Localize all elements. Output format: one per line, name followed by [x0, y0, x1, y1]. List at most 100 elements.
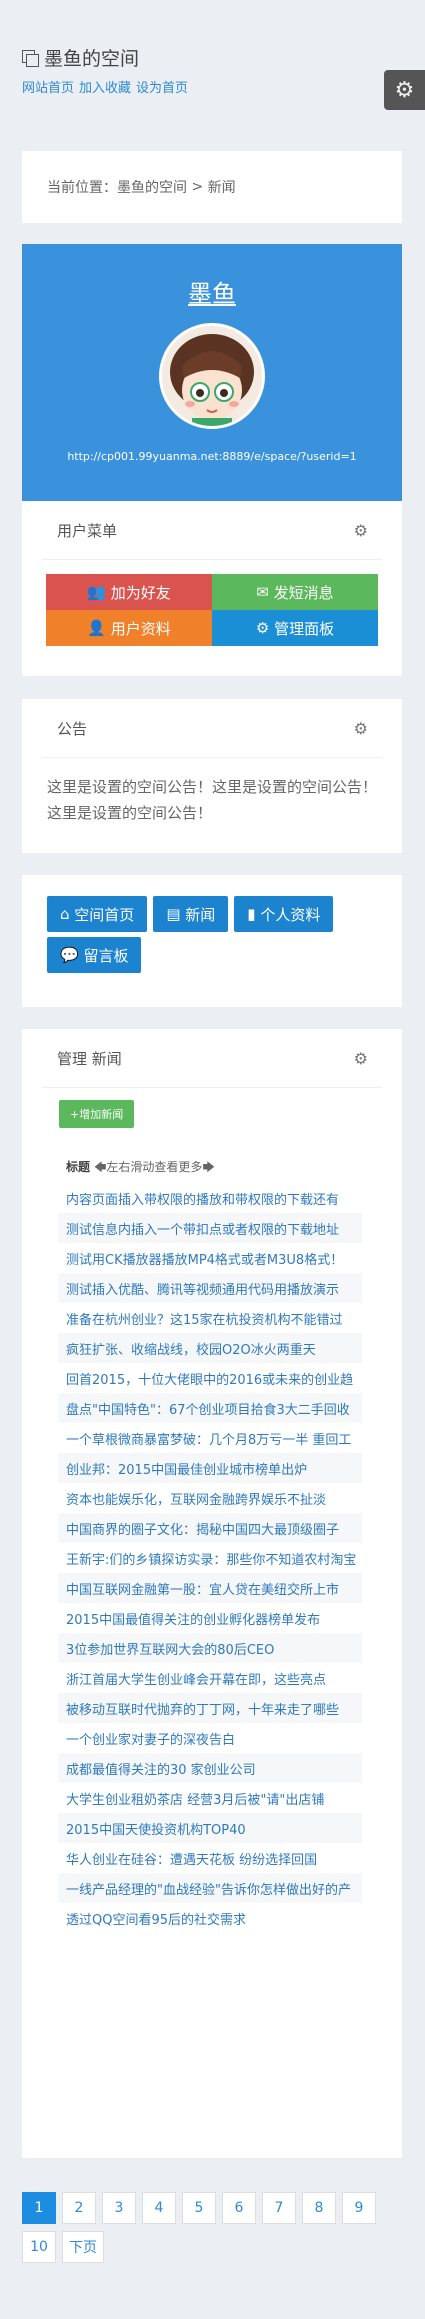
news-row-link[interactable]: 测试插入优酷、腾讯等视频通用代码用播放演示 — [58, 1273, 362, 1303]
avatar — [159, 323, 265, 429]
breadcrumb: 当前位置： 墨鱼的空间 > 新闻 — [22, 151, 402, 223]
home-link[interactable]: 网站首页 — [22, 81, 74, 96]
gear-icon: ⚙ — [394, 77, 415, 103]
add-news-button[interactable]: +增加新闻 — [59, 1100, 135, 1128]
add-friend-label: 加为好友 — [110, 583, 171, 602]
manage-title: 管理 新闻 — [57, 1049, 122, 1068]
next-page-button[interactable]: 下页 — [62, 2231, 104, 2263]
settings-gear-button[interactable]: ⚙ — [384, 70, 425, 110]
gear-icon[interactable]: ⚙ — [354, 1049, 368, 1068]
profile-label: 个人资料 — [260, 905, 321, 924]
news-row-link[interactable]: 中国商界的圈子文化：揭秘中国四大最顶级圈子 — [58, 1513, 362, 1543]
gear-icon[interactable]: ⚙ — [354, 521, 368, 540]
comment-icon: 💬 — [60, 946, 84, 964]
page-button[interactable]: 8 — [302, 2192, 336, 2224]
news-row-link[interactable]: 盘点"中国特色"：67个创业项目拾食3大二手回收 — [58, 1393, 362, 1423]
news-row-link[interactable]: 疯狂扩张、收缩战线，校园O2O冰火两重天 — [58, 1333, 362, 1363]
admin-panel-label: 管理面板 — [274, 619, 335, 638]
arrow-right-icon: 🡆 — [202, 1160, 215, 1174]
news-row-link[interactable]: 浙江首届大学生创业峰会开幕在即，这些亮点 — [58, 1663, 362, 1693]
page-button[interactable]: 2 — [62, 2192, 96, 2224]
bookmark-icon: ▮ — [247, 905, 261, 923]
scroll-hint: 左右滑动查看更多 — [106, 1160, 203, 1174]
page-button[interactable]: 1 — [22, 2192, 56, 2224]
set-homepage-link[interactable]: 设为首页 — [136, 81, 188, 96]
page-button[interactable]: 6 — [222, 2192, 256, 2224]
user-menu-header: 用户菜单 ⚙ — [42, 501, 382, 560]
cog-icon: ⚙ — [255, 619, 275, 637]
news-button[interactable]: ▤ 新闻 — [153, 896, 229, 932]
news-row-link[interactable]: 准备在杭州创业？这15家在杭投资机构不能错过 — [58, 1303, 362, 1333]
profile-card: 墨鱼 http://cp001.99yuanma.net:8889/e/spac… — [22, 244, 402, 501]
user-profile-button[interactable]: 👤 用户资料 — [46, 610, 212, 646]
manage-news-card: 管理 新闻 ⚙ +增加新闻 标题 🡄左右滑动查看更多🡆 内容页面插入带权限的播放和… — [22, 1029, 402, 2158]
page-button[interactable]: 3 — [102, 2192, 136, 2224]
user-profile-label: 用户资料 — [110, 619, 171, 638]
notice-text: 这里是设置的空间公告！这里是设置的空间公告！这里是设置的空间公告！ — [47, 778, 378, 822]
admin-panel-button[interactable]: ⚙ 管理面板 — [212, 610, 378, 646]
bookmark-link[interactable]: 加入收藏 — [79, 81, 131, 96]
arrow-left-icon: 🡄 — [94, 1160, 107, 1174]
news-row-link[interactable]: 一个创业家对妻子的深夜告白 — [58, 1723, 362, 1753]
send-message-label: 发短消息 — [273, 583, 334, 602]
news-row-link[interactable]: 测试信息内插入一个带扣点或者权限的下载地址 — [58, 1213, 362, 1243]
book-icon: ▤ — [166, 905, 186, 923]
site-title: 墨鱼的空间 — [22, 44, 382, 71]
copy-icon — [22, 49, 39, 67]
page-button[interactable]: 10 — [22, 2231, 56, 2263]
news-row-link[interactable]: 内容页面插入带权限的播放和带权限的下载还有 — [58, 1183, 362, 1213]
header-links: 网站首页 加入收藏 设为首页 — [22, 77, 382, 96]
news-row-link[interactable]: 测试用CK播放器播放MP4格式或者M3U8格式！ — [58, 1243, 362, 1273]
user-icon: 👤 — [87, 619, 111, 637]
users-icon: 👥 — [87, 583, 111, 601]
news-row-link[interactable]: 资本也能娱乐化，互联网金融跨界娱乐不扯淡 — [58, 1483, 362, 1513]
space-home-button[interactable]: ⌂ 空间首页 — [47, 896, 148, 932]
manage-header: 管理 新闻 ⚙ — [42, 1029, 382, 1088]
guestbook-button[interactable]: 💬 留言板 — [47, 937, 142, 973]
news-row-link[interactable]: 3位参加世界互联网大会的80后CEO — [58, 1633, 362, 1663]
news-row-link[interactable]: 一个草根微商暴富梦破：几个月8万亏一半 重回工 — [58, 1423, 362, 1453]
news-row-link[interactable]: 透过QQ空间看95后的社交需求 — [58, 1903, 362, 1933]
page-button[interactable]: 9 — [342, 2192, 376, 2224]
notice-card: 公告 ⚙ 这里是设置的空间公告！这里是设置的空间公告！这里是设置的空间公告！ — [22, 699, 402, 853]
news-row-link[interactable]: 一线产品经理的"血战经验"告诉你怎样做出好的产 — [58, 1873, 362, 1903]
site-header: 墨鱼的空间 网站首页 加入收藏 设为首页 — [22, 44, 382, 96]
page-button[interactable]: 5 — [182, 2192, 216, 2224]
user-menu-card: 用户菜单 ⚙ 👥 加为好友 ✉ 发短消息 👤 用户资料 ⚙ 管理面板 — [22, 501, 402, 676]
notice-title: 公告 — [57, 719, 88, 738]
breadcrumb-prefix: 当前位置： — [47, 180, 117, 196]
user-menu-title: 用户菜单 — [57, 521, 118, 540]
profile-url[interactable]: http://cp001.99yuanma.net:8889/e/space/?… — [22, 450, 402, 463]
gear-icon[interactable]: ⚙ — [354, 719, 368, 738]
profile-name[interactable]: 墨鱼 — [22, 274, 402, 309]
news-row-link[interactable]: 华人创业在硅谷：遭遇天花板 纷纷选择回国 — [58, 1843, 362, 1873]
space-home-label: 空间首页 — [74, 905, 135, 924]
news-row-link[interactable]: 回首2015，十位大佬眼中的2016或未来的创业趋 — [58, 1363, 362, 1393]
site-title-text: 墨鱼的空间 — [44, 48, 140, 70]
news-label: 新闻 — [185, 905, 216, 924]
news-row-link[interactable]: 王新宇:们的乡镇探访实录：那些你不知道农村淘宝 — [58, 1543, 362, 1573]
add-friend-button[interactable]: 👥 加为好友 — [46, 574, 212, 610]
user-menu-buttons: 👥 加为好友 ✉ 发短消息 👤 用户资料 ⚙ 管理面板 — [46, 574, 378, 646]
news-row-link[interactable]: 创业邦：2015中国最佳创业城市榜单出炉 — [58, 1453, 362, 1483]
breadcrumb-current[interactable]: 新闻 — [208, 177, 236, 197]
send-message-button[interactable]: ✉ 发短消息 — [212, 574, 378, 610]
news-row-link[interactable]: 大学生创业租奶茶店 经营3月后被"请"出店铺 — [58, 1783, 362, 1813]
space-nav-card: ⌂ 空间首页 ▤ 新闻 ▮ 个人资料 💬 留言板 — [22, 875, 402, 1007]
home-icon: ⌂ — [60, 905, 75, 923]
column-header-title: 标题 — [66, 1160, 91, 1174]
guestbook-label: 留言板 — [83, 946, 129, 965]
news-row-link[interactable]: 中国互联网金融第一股：宜人贷在美纽交所上市 — [58, 1573, 362, 1603]
profile-button[interactable]: ▮ 个人资料 — [234, 896, 334, 932]
space-nav-buttons: ⌂ 空间首页 ▤ 新闻 ▮ 个人资料 💬 留言板 — [22, 875, 402, 973]
news-row-link[interactable]: 成都最值得关注的30 家创业公司 — [58, 1753, 362, 1783]
notice-header: 公告 ⚙ — [42, 699, 382, 758]
envelope-icon: ✉ — [256, 583, 274, 601]
news-row-link[interactable]: 被移动互联时代抛弃的丁丁网，十年来走了哪些 — [58, 1693, 362, 1723]
news-row-link[interactable]: 2015中国最值得关注的创业孵化器榜单发布 — [58, 1603, 362, 1633]
page-button[interactable]: 4 — [142, 2192, 176, 2224]
news-list: 内容页面插入带权限的播放和带权限的下载还有 测试信息内插入一个带扣点或者权限的下载… — [58, 1183, 362, 1933]
page-button[interactable]: 7 — [262, 2192, 296, 2224]
news-row-link[interactable]: 2015中国天使投资机构TOP40 — [58, 1813, 362, 1843]
breadcrumb-home-link[interactable]: 墨鱼的空间 — [117, 177, 187, 197]
